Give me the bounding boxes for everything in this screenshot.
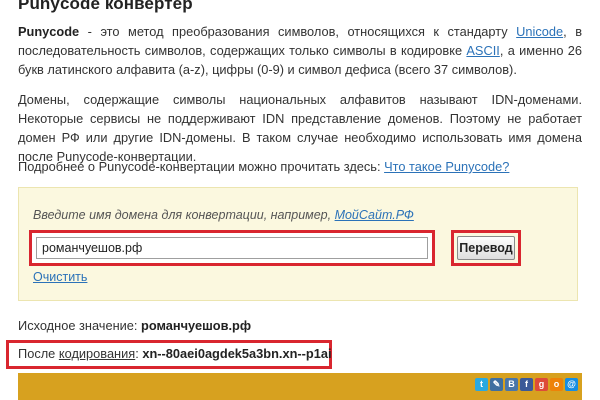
intro-term: Punycode [18,24,80,39]
facebook-icon[interactable]: f [520,378,533,391]
page-title: Punycode конвертер [18,0,193,13]
footer-bar: t ✎ Вf g о @ [18,373,582,400]
unicode-link[interactable]: Unicode [516,24,563,39]
intro-paragraph: Punycode - это метод преобразования симв… [18,22,582,79]
source-value-line: Исходное значение: романчуешов.рф [18,318,251,333]
more-info-paragraph: Подробнее о Punycode-конвертации можно п… [18,157,582,176]
more-info-text: Подробнее о Punycode-конвертации можно п… [18,159,385,174]
input-highlight-frame [29,230,435,266]
source-label: Исходное значение: [18,318,142,333]
social-share-icons: t ✎ Вf g о @ [475,378,578,391]
convert-button[interactable]: Перевод [457,236,515,260]
mailru-icon[interactable]: @ [565,378,578,391]
domain-input[interactable] [36,237,428,259]
encoded-value: xn--80aei0agdek5a3bn.xn--p1ai [142,346,332,361]
encoded-prefix: После [18,346,59,361]
example-domain-link[interactable]: МойСайт.РФ [335,208,414,222]
livejournal-icon[interactable]: ✎ [490,378,503,391]
vkontakte-icon[interactable]: В [505,378,518,391]
clear-link[interactable]: Очистить [33,270,87,284]
what-is-punycode-link[interactable]: Что такое Punycode? [384,159,509,174]
source-value: романчуешов.рф [141,318,252,333]
idn-paragraph: Домены, содержащие символы национальных … [18,92,582,164]
hint-text: Введите имя домена для конвертации, напр… [33,208,335,222]
ascii-link[interactable]: ASCII [466,43,499,58]
encoded-value-line: После кодирования: xn--80aei0agdek5a3bn.… [18,346,332,361]
intro-text-1: - это метод преобразования символов, отн… [79,24,517,39]
converter-hint: Введите имя домена для конвертации, напр… [33,208,414,222]
converter-panel: Введите имя домена для конвертации, напр… [18,187,578,301]
button-highlight-frame: Перевод [451,230,521,266]
google-plus-icon[interactable]: g [535,378,548,391]
encoding-link[interactable]: кодирования [59,346,135,361]
odnoklassniki-icon[interactable]: о [550,378,563,391]
twitter-icon[interactable]: t [475,378,488,391]
